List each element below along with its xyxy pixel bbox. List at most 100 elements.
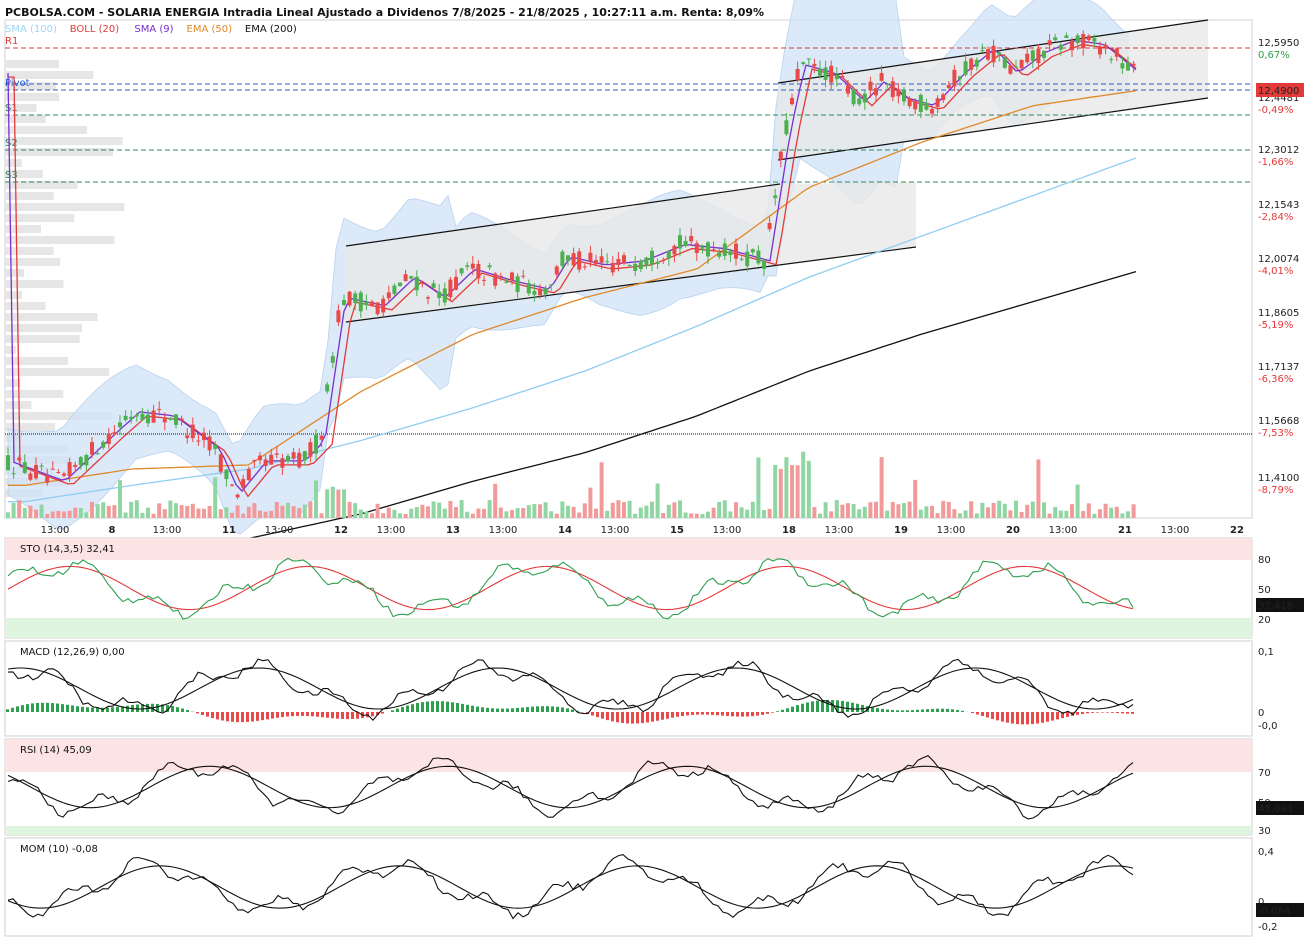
price-pct-5: -5,19% (1258, 320, 1293, 331)
candle-160 (902, 90, 906, 101)
legend-item-1: BOLL (20) (70, 24, 120, 35)
macd-hist-188 (186, 710, 189, 712)
macd-hist-693 (691, 712, 694, 715)
volume-bar-43 (247, 507, 251, 518)
candle-6 (40, 466, 44, 467)
macd-hist-933 (931, 709, 934, 712)
candle-2 (17, 458, 21, 461)
volume-profile-bar-24 (5, 324, 82, 332)
macd-hist-1033 (1031, 712, 1034, 724)
volume-bar-79 (448, 501, 452, 518)
x-tick-16: 13:00 (937, 525, 966, 536)
volume-bar-38 (219, 509, 223, 518)
candle-152 (857, 99, 861, 105)
candle-163 (919, 95, 923, 112)
macd-hist-723 (721, 712, 724, 716)
volume-profile-bar-20 (5, 280, 63, 288)
macd-hist-788 (786, 708, 789, 712)
macd-hist-763 (761, 712, 764, 715)
macd-hist-338 (336, 712, 339, 719)
candle-201 (1132, 64, 1136, 66)
volume-bar-71 (404, 514, 408, 518)
macd-hist-643 (641, 712, 644, 723)
volume-bar-163 (919, 510, 923, 518)
macd-hist-343 (341, 712, 344, 719)
candle-139 (784, 120, 788, 134)
volume-bar-194 (1092, 514, 1096, 518)
price-pct-0: 0,67% (1258, 50, 1290, 61)
macd-hist-1018 (1016, 712, 1019, 724)
panel-0: STO (14,3,5) 32,4180502032,418 (5, 538, 1304, 638)
legend: SMA (100)BOLL (20)SMA (9)EMA (50)EMA (20… (5, 24, 297, 35)
x-tick-9: 14 (558, 525, 572, 536)
panel-level-2-0: 70 (1258, 768, 1271, 779)
candle-128 (723, 244, 727, 256)
macd-hist-898 (896, 710, 899, 712)
volume-bar-18 (107, 506, 111, 518)
macd-hist-313 (311, 712, 314, 716)
volume-bar-22 (129, 502, 133, 518)
candle-67 (381, 299, 385, 313)
candle-78 (443, 288, 447, 302)
macd-hist-408 (406, 706, 409, 712)
candle-84 (476, 264, 480, 279)
volume-profile-bar-7 (5, 137, 123, 145)
macd-hist-128 (126, 706, 129, 712)
candle-185 (1042, 51, 1046, 58)
macd-hist-83 (81, 707, 84, 712)
volume-bar-86 (488, 500, 492, 518)
volume-profile-bar-28 (5, 368, 109, 376)
candle-174 (980, 50, 984, 51)
macd-hist-263 (261, 712, 264, 720)
x-tick-7: 13 (446, 525, 460, 536)
macd-hist-758 (756, 712, 759, 716)
volume-bar-95 (538, 504, 542, 518)
macd-hist-288 (286, 712, 289, 717)
price-pct-1: -0,49% (1258, 105, 1293, 116)
volume-bar-29 (168, 501, 172, 518)
candle-138 (779, 152, 783, 160)
macd-hist-293 (291, 712, 294, 716)
candle-99 (560, 252, 564, 266)
volume-bar-127 (717, 502, 721, 518)
macd-hist-783 (781, 710, 784, 712)
macd-hist-328 (326, 712, 329, 718)
candle-130 (734, 244, 738, 259)
volume-bar-142 (801, 452, 805, 518)
x-tick-0: 13:00 (41, 525, 70, 536)
legend-item-3: EMA (50) (187, 24, 233, 35)
volume-bar-26 (152, 514, 156, 518)
candle-102 (577, 251, 581, 269)
candle-18 (107, 434, 111, 444)
volume-profile-bar-3 (5, 93, 59, 101)
macd-hist-878 (876, 708, 879, 712)
candle-46 (264, 459, 268, 466)
volume-bar-63 (359, 510, 363, 518)
macd-hist-1038 (1036, 712, 1039, 724)
macd-hist-348 (346, 712, 349, 719)
volume-bar-12 (73, 508, 77, 518)
candle-195 (1098, 46, 1102, 54)
macd-hist-883 (881, 709, 884, 712)
macd-hist-1053 (1051, 712, 1054, 721)
volume-bar-19 (112, 505, 116, 518)
candle-197 (1109, 59, 1113, 60)
macd-hist-748 (746, 712, 749, 717)
macd-hist-108 (106, 708, 109, 712)
candle-20 (118, 422, 122, 427)
candle-48 (275, 453, 279, 454)
candle-71 (404, 274, 408, 281)
candle-153 (863, 94, 867, 103)
candle-43 (247, 469, 251, 480)
macd-hist-178 (176, 707, 179, 712)
candle-116 (656, 262, 660, 264)
volume-bar-54 (308, 501, 312, 518)
volume-bar-50 (286, 503, 290, 518)
volume-bar-126 (712, 508, 716, 518)
candle-166 (936, 98, 940, 107)
candle-144 (812, 64, 816, 66)
candle-81 (460, 268, 464, 273)
x-tick-19: 21 (1118, 525, 1132, 536)
macd-hist-53 (51, 703, 54, 712)
volume-bar-198 (1115, 507, 1119, 518)
